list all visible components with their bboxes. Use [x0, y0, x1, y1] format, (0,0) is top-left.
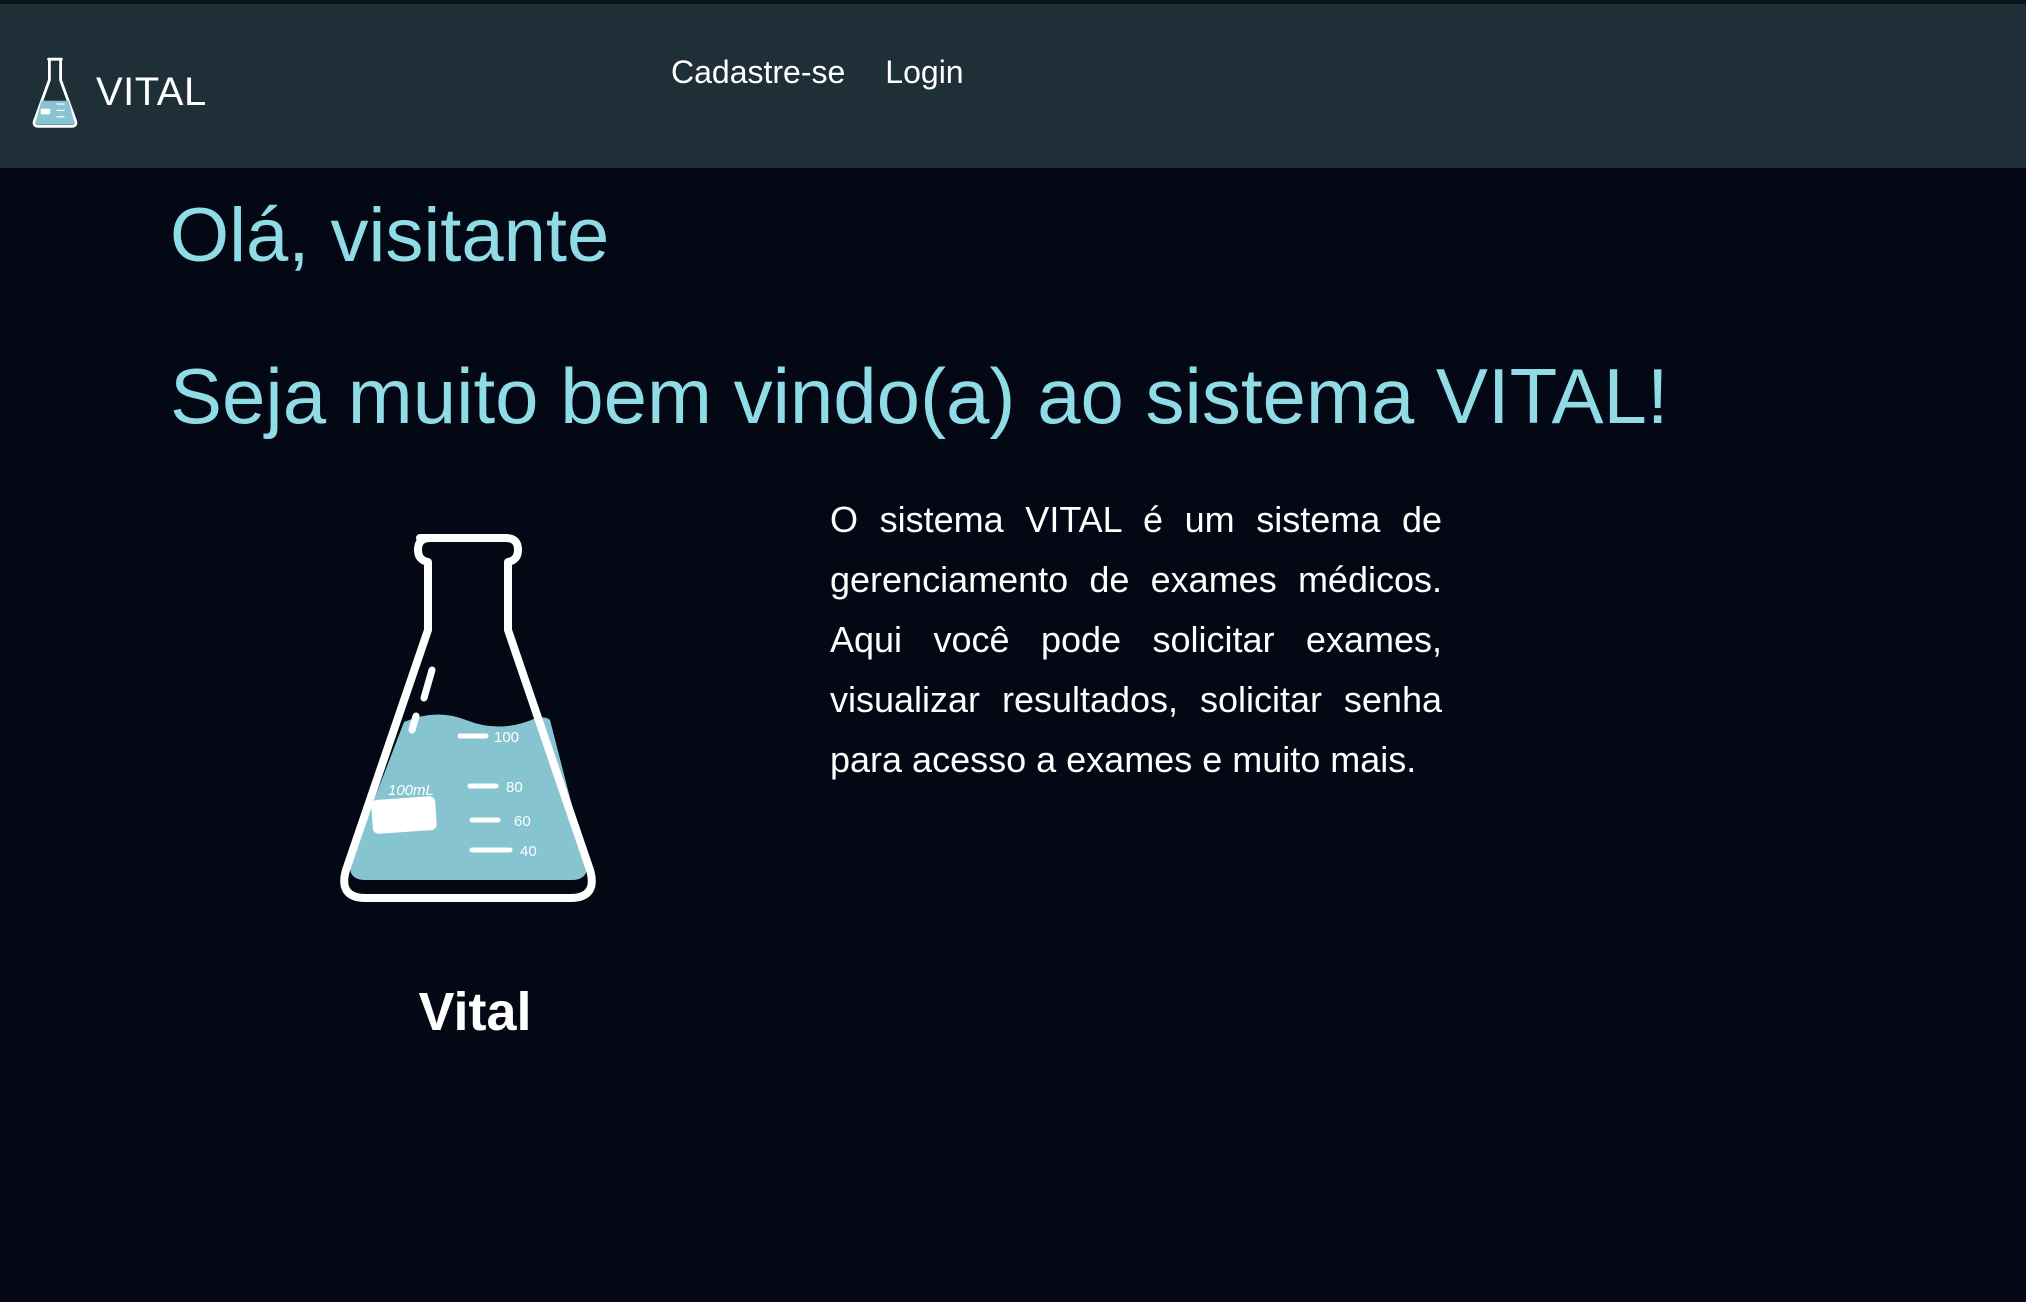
- welcome-heading: Seja muito bem vindo(a) ao sistema VITAL…: [170, 352, 1669, 440]
- flask-mark-60: 60: [514, 813, 531, 830]
- brand-link[interactable]: VITAL: [30, 56, 207, 128]
- greeting-heading: Olá, visitante: [170, 193, 610, 278]
- nav-signup-link[interactable]: Cadastre-se: [671, 54, 845, 91]
- flask-mark-80: 80: [506, 779, 523, 796]
- brand-name: VITAL: [96, 69, 207, 114]
- system-description: O sistema VITAL é um sistema de gerencia…: [830, 499, 1442, 780]
- flask-mark-100: 100: [494, 729, 519, 746]
- image-caption: Vital: [418, 982, 532, 1042]
- navbar: VITAL Cadastre-se Login: [0, 4, 2026, 168]
- nav-login-link[interactable]: Login: [885, 54, 963, 91]
- flask-image: 100mL 100 80 60 40: [340, 534, 596, 902]
- flask-mark-40: 40: [520, 843, 537, 860]
- nav-links: Cadastre-se Login: [671, 54, 964, 91]
- flask-logo-icon: [32, 57, 78, 128]
- flask-volume-label: 100mL: [388, 782, 434, 799]
